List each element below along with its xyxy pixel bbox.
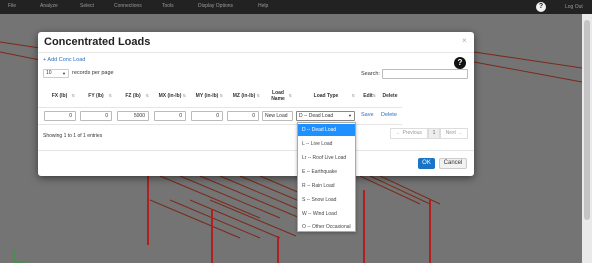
- sort-icon: ⇅: [182, 93, 186, 98]
- chevron-down-icon: ▼: [348, 113, 352, 118]
- col-header-fy[interactable]: FY (lb) ⇅: [78, 85, 114, 107]
- ok-button[interactable]: OK: [418, 158, 435, 169]
- table-header-divider: [38, 107, 402, 108]
- load-type-select[interactable]: D -- Dead Load ▼: [296, 111, 355, 121]
- page-length-select[interactable]: 10 ▼: [43, 69, 69, 78]
- page-length-value: 10: [46, 70, 52, 76]
- load-type-option[interactable]: S -- Snow Load: [298, 194, 355, 206]
- chevron-down-icon: ▼: [62, 71, 66, 76]
- save-link[interactable]: Save: [361, 112, 374, 118]
- sort-icon: ⇅: [145, 93, 149, 98]
- col-header-mz[interactable]: MZ (in-lb) ⇅: [226, 85, 262, 107]
- mz-input[interactable]: 0: [227, 111, 259, 121]
- page-length-label: records per page: [72, 70, 114, 76]
- fz-input[interactable]: 5000: [117, 111, 149, 121]
- sort-icon: ⇅: [71, 93, 75, 98]
- mx-input[interactable]: 0: [154, 111, 186, 121]
- pager-next[interactable]: Next →: [440, 128, 468, 139]
- sort-icon: ⇅: [288, 93, 292, 98]
- sort-icon: ⇅: [219, 93, 223, 98]
- load-type-option[interactable]: W -- Wind Load: [298, 208, 355, 220]
- col-header-my[interactable]: MY (in-lb) ⇅: [189, 85, 225, 107]
- col-header-mx[interactable]: MX (in-lb) ⇅: [152, 85, 188, 107]
- search-input[interactable]: [382, 69, 468, 79]
- concentrated-loads-modal: Concentrated Loads × + Add Conc Load ? 1…: [38, 32, 474, 176]
- load-type-option[interactable]: L -- Live Load: [298, 138, 355, 150]
- header-divider: [38, 52, 474, 53]
- col-header-edit[interactable]: Edit ⇅: [358, 85, 378, 107]
- col-header-fz[interactable]: FZ (lb) ⇅: [115, 85, 151, 107]
- col-header-load-name[interactable]: Load Name ⇅: [262, 85, 294, 107]
- sort-icon: ⇅: [351, 93, 355, 98]
- load-type-option[interactable]: D -- Dead Load: [298, 124, 355, 136]
- entries-info: Showing 1 to 1 of 1 entries: [43, 133, 103, 139]
- pager-page-1[interactable]: 1: [428, 128, 440, 139]
- sort-icon: ⇅: [372, 93, 376, 98]
- modal-title: Concentrated Loads: [44, 36, 151, 48]
- col-header-delete[interactable]: Delete: [379, 85, 401, 107]
- fx-input[interactable]: 0: [44, 111, 76, 121]
- col-header-fx[interactable]: FX (lb) ⇅: [42, 85, 77, 107]
- load-type-option[interactable]: O -- Other Occasional: [298, 221, 355, 233]
- add-conc-load-link[interactable]: + Add Conc Load: [43, 57, 85, 63]
- my-input[interactable]: 0: [191, 111, 223, 121]
- delete-link[interactable]: Delete: [381, 112, 397, 118]
- load-type-value: D -- Dead Load: [299, 113, 334, 119]
- fy-input[interactable]: 0: [80, 111, 112, 121]
- pager-previous[interactable]: ← Previous: [390, 128, 428, 139]
- page-scrollbar-thumb[interactable]: [584, 20, 590, 220]
- footer-divider: [38, 150, 474, 151]
- cancel-button[interactable]: Cancel: [439, 158, 467, 169]
- col-header-load-type[interactable]: Load Type ⇅: [295, 85, 357, 107]
- load-type-dropdown: D -- Dead Load L -- Live Load Lr -- Roof…: [297, 122, 356, 232]
- info-icon[interactable]: ?: [454, 57, 466, 69]
- load-type-option[interactable]: R -- Rain Load: [298, 180, 355, 192]
- close-icon[interactable]: ×: [462, 36, 467, 45]
- load-type-option[interactable]: E -- Earthquake: [298, 166, 355, 178]
- load-type-option[interactable]: Lr -- Roof Live Load: [298, 152, 355, 164]
- sort-icon: ⇅: [108, 93, 112, 98]
- search-label: Search:: [361, 71, 380, 77]
- load-name-input[interactable]: New Load: [262, 111, 293, 121]
- sort-icon: ⇅: [256, 93, 260, 98]
